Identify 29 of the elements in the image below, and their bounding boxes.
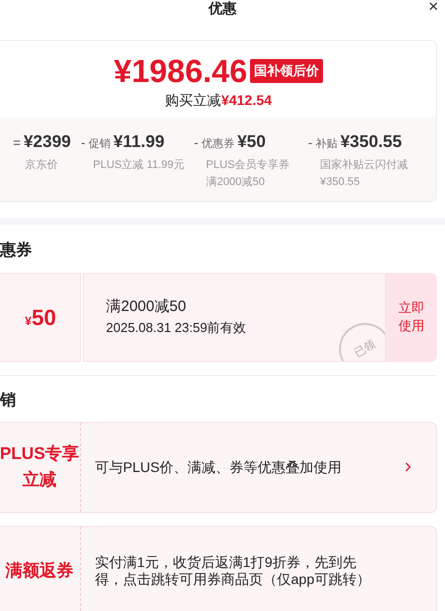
breakdown-amount: ¥50 [237,131,266,153]
operator-sign: - [81,134,86,152]
operator-sign: = [13,134,21,152]
use-now-button[interactable]: 立即使用 [386,272,437,362]
breakdown-label: 补贴 [315,136,338,152]
breakdown-note: 京东价 [24,158,59,172]
breakdown-label: 促销 [88,137,110,152]
coupon-condition: 满2000减50 [106,297,188,317]
close-button[interactable]: ✕ [428,0,439,14]
final-price: ¥1986.46 [114,53,248,89]
savings-text: 购买立减¥412.54 [164,91,272,109]
sheet-title: 优惠 [208,0,236,16]
operator-sign: - [194,134,198,152]
promotion-label: PLUS专享立减 [0,443,80,491]
breakdown-note: PLUS会员专享券 满2000减50 [205,158,291,190]
breakdown-amount: ¥350.55 [340,131,402,153]
coupon-value: ¥50 [24,304,56,332]
breakdown-note: 国家补贴云闪付减 ¥350.55 [319,158,409,190]
coupon-validity: 2025.08.31 23:59前有效 [106,319,248,337]
breakdown-label: 优惠券 [201,136,234,152]
promotion-description: 实付满1元，收货后返满1打9折券，先到先得，点击跳转可用券商品页（仅app可跳转） [94,553,372,589]
breakdown-amount: ¥11.99 [113,131,164,153]
breakdown-amount: ¥2399 [24,131,71,153]
operator-sign: - [308,134,312,152]
breakdown-note: PLUS立减 11.99元 [92,158,186,172]
price-badge: 国补领后价 [250,59,324,83]
promotion-description: 可与PLUS价、满减、券等优惠叠加使用 [94,458,343,476]
promotion-label: 满额返券 [6,560,74,582]
promotion-card[interactable]: 满额返券 实付满1元，收货后返满1打9折券，先到先得，点击跳转可用券商品页（仅app可跳转） [0,526,437,611]
